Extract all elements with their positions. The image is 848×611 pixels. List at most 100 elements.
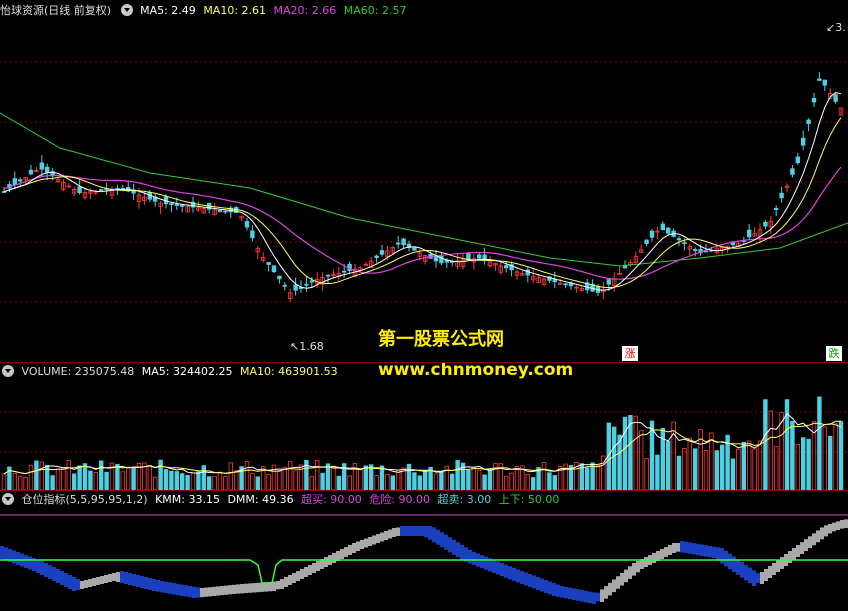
indicator-band-segment: [360, 540, 364, 549]
indicator-band-segment: [556, 584, 560, 597]
indicator-band-segment: [468, 549, 472, 564]
chaomai-value: 超买: 90.00: [301, 493, 362, 506]
indicator-band-segment: [52, 567, 56, 581]
indicator-band-segment: [632, 563, 636, 576]
watermark-title: 第一股票公式网: [378, 329, 504, 350]
indicator-band-segment: [448, 537, 452, 553]
price-panel[interactable]: 怡球资源(日线 前复权) MA5: 2.49 MA10: 2.61 MA20: …: [0, 0, 848, 362]
candle: [395, 242, 401, 245]
indicator-band-segment: [248, 583, 252, 593]
indicator-band-segment: [836, 521, 840, 530]
candle: [790, 168, 795, 175]
dropdown-icon[interactable]: [120, 4, 133, 16]
indicator-band-segment: [444, 534, 448, 550]
volume-bar: [104, 471, 109, 490]
candle: [563, 283, 568, 286]
volume-ma5: MA5: 324402.25: [141, 365, 233, 378]
volume-bar: [174, 471, 179, 490]
volume-bar: [309, 475, 314, 490]
volume-bar: [806, 438, 811, 490]
volume-bar: [88, 470, 93, 490]
indicator-band-segment: [136, 575, 140, 587]
volume-bar: [503, 475, 509, 490]
indicator-band-segment: [144, 577, 148, 589]
indicator-band-segment: [604, 586, 608, 599]
volume-bar: [163, 469, 169, 490]
indicator-band-segment: [672, 543, 676, 553]
indicator-band-segment: [260, 582, 264, 592]
candle: [801, 137, 806, 146]
indicator-band-segment: [636, 561, 640, 573]
volume-bar: [131, 467, 136, 490]
indicator-band-segment: [348, 545, 352, 555]
volume-bar: [277, 471, 282, 490]
indicator-band-segment: [456, 542, 460, 558]
candle: [693, 249, 698, 251]
volume-bar: [612, 426, 617, 490]
indicator-panel[interactable]: 仓位指标(5,5,95,95,1,2) KMM: 33.15 DMM: 49.3…: [0, 490, 848, 611]
indicator-band-segment: [372, 535, 376, 545]
volume-bar: [693, 448, 698, 490]
indicator-band-segment: [808, 536, 812, 549]
indicator-band-segment: [436, 529, 440, 545]
price-chart[interactable]: [0, 18, 848, 363]
volume-bar: [217, 471, 223, 490]
indicator-band-segment: [420, 526, 424, 536]
indicator-band-segment: [844, 519, 848, 528]
indicator-band-segment: [500, 563, 504, 577]
volume-ma10: MA10: 463901.53: [239, 365, 338, 378]
indicator-band-segment: [4, 547, 8, 561]
volume-bar: [595, 464, 601, 490]
volume-panel[interactable]: VOLUME: 235075.48 MA5: 324402.25 MA10: 4…: [0, 362, 848, 491]
volume-bar: [466, 470, 471, 490]
indicator-band-segment: [620, 572, 624, 586]
indicator-band-segment: [664, 547, 668, 557]
indicator-band-segment: [560, 586, 564, 598]
indicator-band-segment: [712, 546, 716, 558]
indicator-band-segment: [416, 526, 420, 536]
indicator-band-segment: [364, 538, 368, 548]
volume-bar: [169, 470, 174, 490]
volume-bar: [633, 415, 638, 490]
indicator-band-segment: [508, 566, 512, 580]
indicator-band-segment: [600, 589, 604, 602]
indicator-chart[interactable]: [0, 509, 848, 611]
indicator-band-segment: [728, 553, 732, 570]
candle: [466, 253, 471, 260]
volume-bar: [325, 463, 331, 490]
indicator-band-segment: [572, 588, 576, 600]
volume-bar: [768, 410, 773, 490]
volume-bar: [752, 448, 757, 490]
volume-bar: [385, 473, 390, 490]
indicator-band-segment: [484, 556, 488, 570]
volume-chart[interactable]: [0, 382, 848, 490]
indicator-band-segment: [124, 572, 128, 584]
volume-bar: [439, 471, 444, 490]
indicator-band-segment: [816, 530, 820, 543]
candle: [476, 254, 482, 259]
indicator-band-segment: [828, 524, 832, 534]
dropdown-icon[interactable]: [2, 493, 14, 505]
indicator-band-segment: [108, 574, 112, 582]
volume-bar: [201, 465, 206, 490]
indicator-band-segment: [472, 551, 476, 565]
indicator-band-segment: [376, 534, 380, 543]
stock-title: 怡球资源(日线 前复权): [0, 4, 112, 17]
volume-bar: [720, 444, 725, 490]
indicator-band-segment: [480, 555, 484, 569]
volume-bar: [390, 475, 395, 490]
indicator-band-segment: [644, 557, 648, 567]
volume-bar: [314, 460, 320, 490]
volume-bar: [196, 471, 201, 490]
dropdown-icon[interactable]: [2, 365, 14, 377]
candle: [660, 223, 665, 231]
volume-bar: [741, 441, 746, 490]
indicator-band-segment: [140, 576, 144, 588]
indicator-band-segment: [292, 573, 296, 583]
indicator-band-segment: [492, 559, 496, 573]
volume-bar: [547, 472, 552, 490]
volume-bar: [93, 471, 98, 490]
volume-bar: [282, 467, 287, 490]
indicator-band-segment: [628, 566, 632, 579]
candle: [169, 203, 174, 206]
